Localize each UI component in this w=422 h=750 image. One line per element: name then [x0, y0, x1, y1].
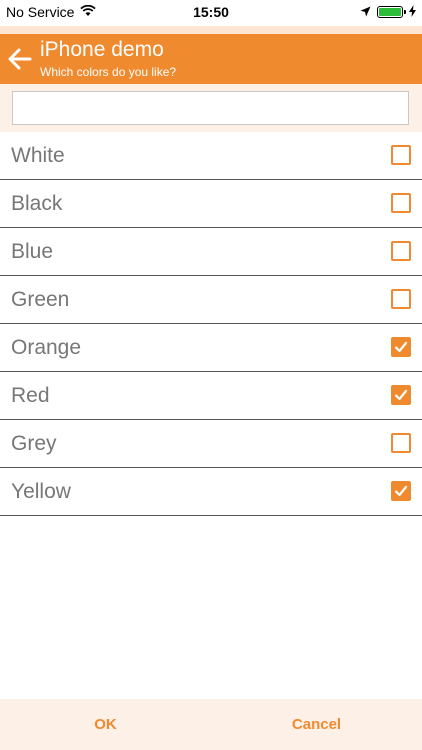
checkmark-icon	[394, 485, 408, 497]
search-bar	[0, 84, 422, 132]
checkbox[interactable]	[391, 481, 411, 501]
list-item-label: Red	[11, 384, 50, 407]
checkmark-icon	[394, 389, 408, 401]
cancel-button[interactable]: Cancel	[211, 699, 422, 750]
list-item-label: Blue	[11, 240, 54, 263]
list-item-label: Green	[11, 288, 70, 311]
checkbox[interactable]	[391, 289, 411, 309]
checkbox[interactable]	[391, 433, 411, 453]
list-item[interactable]: Blue	[0, 228, 422, 276]
page-title: iPhone demo	[40, 38, 164, 61]
list-item[interactable]: Red	[0, 372, 422, 420]
list-item[interactable]: Green	[0, 276, 422, 324]
back-button[interactable]	[4, 42, 36, 76]
battery-level	[379, 8, 401, 16]
page-subtitle: Which colors do you like?	[40, 65, 177, 79]
color-list: White Black Blue Green Orange Red Grey Yellow	[0, 132, 422, 516]
checkbox[interactable]	[391, 337, 411, 357]
checkmark-icon	[394, 341, 408, 353]
status-right	[360, 4, 416, 20]
list-item[interactable]: Grey	[0, 420, 422, 468]
list-item[interactable]: White	[0, 132, 422, 180]
list-item[interactable]: Yellow	[0, 468, 422, 516]
battery-icon	[377, 6, 406, 18]
location-arrow-icon	[360, 4, 371, 20]
checkbox[interactable]	[391, 241, 411, 261]
status-bar: No Service 15:50	[0, 0, 422, 26]
list-item-label: Black	[11, 192, 63, 215]
status-bar-divider	[0, 26, 422, 34]
checkbox[interactable]	[391, 193, 411, 213]
status-time: 15:50	[193, 4, 229, 20]
header: iPhone demo Which colors do you like?	[0, 34, 422, 84]
list-item[interactable]: Black	[0, 180, 422, 228]
list-item-label: Grey	[11, 432, 57, 455]
checkbox[interactable]	[391, 145, 411, 165]
checkbox[interactable]	[391, 385, 411, 405]
footer: OK Cancel	[0, 699, 422, 750]
list-item-label: Orange	[11, 336, 82, 359]
list-item-label: White	[11, 144, 65, 167]
search-input[interactable]	[12, 91, 409, 125]
list-item[interactable]: Orange	[0, 324, 422, 372]
ok-button[interactable]: OK	[0, 699, 211, 750]
charging-bolt-icon	[409, 4, 416, 20]
arrow-left-icon	[8, 48, 32, 70]
list-item-label: Yellow	[11, 480, 71, 503]
